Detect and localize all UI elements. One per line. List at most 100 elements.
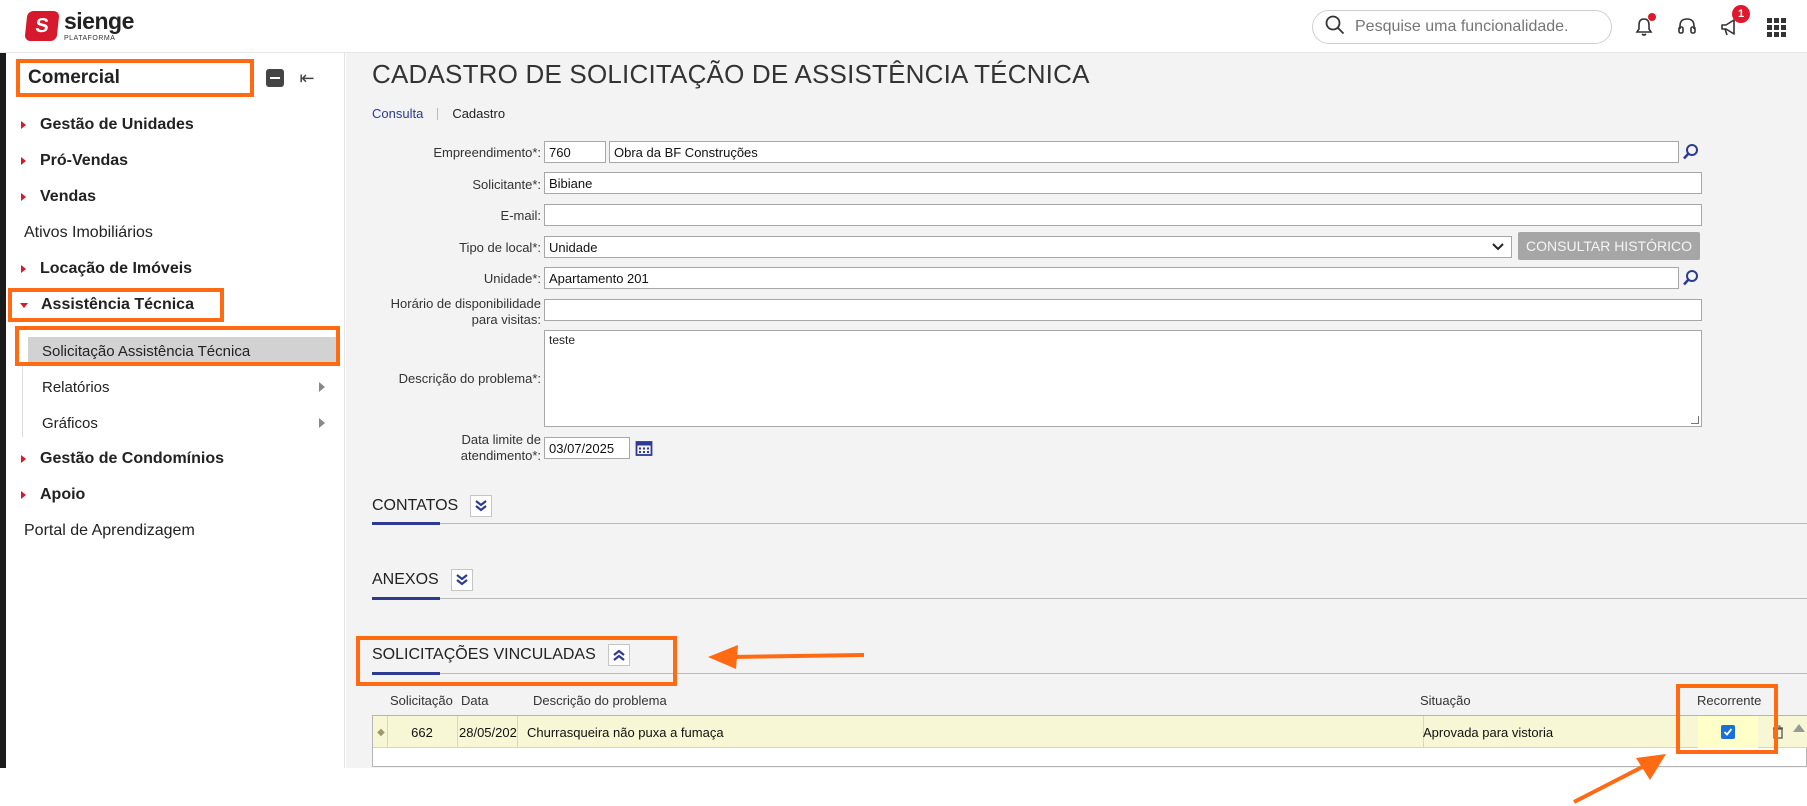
- column-header-situacao[interactable]: Situação: [1420, 693, 1471, 708]
- sidebar-item-label: Pró-Vendas: [40, 152, 129, 169]
- email-field[interactable]: [544, 204, 1702, 226]
- sidebar-item-assistencia-tecnica[interactable]: Assistência Técnica: [6, 289, 345, 321]
- section-anexos[interactable]: ANEXOS: [372, 565, 473, 595]
- sidebar-item-label: Solicitação Assistência Técnica: [42, 342, 251, 360]
- pointer-arrow-left: [706, 642, 866, 675]
- sidebar-item-locacao-imoveis[interactable]: Locação de Imóveis: [6, 253, 345, 285]
- sidebar-item-pro-vendas[interactable]: Pró-Vendas: [6, 145, 345, 177]
- search-unidade-icon[interactable]: [1680, 267, 1702, 289]
- recorrente-checkbox[interactable]: [1721, 725, 1735, 739]
- empreendimento-code-field[interactable]: 760: [544, 141, 606, 163]
- notification-dot: [1648, 13, 1656, 21]
- brand-name: sienge: [64, 8, 134, 34]
- logo-mark-icon: S: [24, 11, 60, 41]
- chevron-right-icon: [319, 418, 325, 428]
- search-box[interactable]: [1312, 10, 1612, 44]
- expand-chevron-icon[interactable]: [450, 569, 473, 591]
- search-empreendimento-icon[interactable]: [1680, 141, 1702, 163]
- breadcrumb: Consulta Cadastro: [372, 106, 505, 121]
- section-underline: [372, 597, 440, 600]
- tipo-local-select[interactable]: Unidade: [544, 236, 1512, 258]
- descricao-textarea[interactable]: teste: [544, 330, 1702, 427]
- empreendimento-label: Empreendimento*:: [433, 145, 541, 160]
- cell-recorrente: [1698, 716, 1758, 748]
- sidebar-item-graficos[interactable]: Gráficos: [6, 407, 345, 439]
- tipo-local-value: Unidade: [549, 239, 598, 255]
- sidebar-item-solicitacao-assistencia[interactable]: Solicitação Assistência Técnica: [6, 335, 345, 367]
- data-limite-label: Data limite de atendimento*:: [346, 432, 541, 464]
- row-drag-handle-icon[interactable]: ◆: [375, 716, 387, 748]
- sidebar-item-gestao-condominios[interactable]: Gestão de Condomínios: [6, 443, 345, 475]
- collapse-chevron-icon[interactable]: [607, 644, 630, 666]
- sidebar: Comercial ⇤ Gestão de Unidades Pró-Venda…: [6, 53, 345, 768]
- resize-grip-icon[interactable]: [1691, 416, 1699, 424]
- data-limite-label-line1: Data limite de: [461, 432, 541, 447]
- sidebar-item-label: Gestão de Condomínios: [40, 450, 225, 467]
- page-title: CADASTRO DE SOLICITAÇÃO DE ASSISTÊNCIA T…: [372, 59, 1090, 89]
- cell-solicitacao: 662: [411, 724, 433, 740]
- minimize-menu-icon[interactable]: [266, 69, 284, 87]
- sidebar-item-ativos-imobiliarios[interactable]: Ativos Imobiliários: [6, 217, 345, 249]
- table-row[interactable]: ◆ 662 28/05/202 Churrasqueira não puxa a…: [373, 716, 1807, 748]
- sidebar-item-label: Apoio: [40, 486, 86, 503]
- collapse-sidebar-icon[interactable]: ⇤: [298, 68, 316, 88]
- sidebar-item-label: Assistência Técnica: [41, 296, 194, 313]
- unidade-label: Unidade*:: [483, 271, 541, 286]
- sidebar-item-vendas[interactable]: Vendas: [6, 181, 345, 213]
- chevron-right-icon: [319, 382, 325, 392]
- caret-right-icon: [21, 157, 26, 165]
- sidebar-item-label: Portal de Aprendizagem: [24, 522, 195, 539]
- search-input[interactable]: [1355, 18, 1585, 36]
- module-title[interactable]: Comercial: [16, 59, 254, 97]
- sidebar-item-relatorios[interactable]: Relatórios: [6, 371, 345, 403]
- section-solicitacoes-vinculadas[interactable]: SOLICITAÇÕES VINCULADAS: [372, 640, 630, 670]
- column-header-solicitacao[interactable]: Solicitação: [390, 693, 453, 708]
- caret-right-icon: [21, 455, 26, 463]
- section-anexos-title: ANEXOS: [372, 571, 439, 588]
- sidebar-item-label: Gestão de Unidades: [40, 116, 194, 133]
- top-bar: S sienge PLATAFORMA 1: [0, 0, 1807, 53]
- sidebar-item-gestao-unidades[interactable]: Gestão de Unidades: [6, 109, 345, 141]
- section-contatos-title: CONTATOS: [372, 497, 459, 514]
- trash-icon[interactable]: [1768, 716, 1788, 748]
- expand-chevron-icon[interactable]: [470, 495, 493, 517]
- sidebar-item-label: Vendas: [40, 188, 97, 205]
- horario-label: Horário de disponibilidade para visitas:: [346, 296, 541, 328]
- horario-label-line2: para visitas:: [471, 312, 541, 327]
- pointer-arrow-diagonal: [1570, 752, 1670, 806]
- scroll-up-icon[interactable]: [1790, 712, 1807, 744]
- column-header-data[interactable]: Data: [461, 693, 488, 708]
- sienge-logo[interactable]: S sienge PLATAFORMA: [24, 8, 134, 42]
- support-headset-icon[interactable]: [1673, 13, 1701, 41]
- caret-right-icon: [21, 265, 26, 273]
- solicitante-field[interactable]: Bibiane: [544, 172, 1702, 194]
- column-header-descricao[interactable]: Descrição do problema: [533, 693, 667, 708]
- section-contatos[interactable]: CONTATOS: [372, 491, 493, 521]
- descricao-value: teste: [549, 333, 576, 347]
- notifications-bell-icon[interactable]: [1630, 13, 1658, 41]
- column-header-recorrente[interactable]: Recorrente: [1697, 693, 1761, 708]
- sidebar-item-apoio[interactable]: Apoio: [6, 479, 345, 511]
- announcements-megaphone-icon[interactable]: 1: [1716, 5, 1750, 41]
- section-divider: [372, 523, 1807, 524]
- calendar-icon[interactable]: [633, 437, 655, 459]
- horario-field[interactable]: [544, 299, 1702, 321]
- breadcrumb-consulta-link[interactable]: Consulta: [372, 106, 423, 121]
- solicitante-label: Solicitante*:: [472, 177, 541, 192]
- section-divider: [372, 673, 1807, 674]
- unidade-field[interactable]: Apartamento 201: [544, 267, 1679, 289]
- section-underline: [372, 522, 440, 525]
- brand-subtitle: PLATAFORMA: [64, 35, 116, 42]
- announcements-badge: 1: [1732, 5, 1750, 23]
- data-limite-field[interactable]: 03/07/2025: [544, 437, 630, 459]
- caret-right-icon: [21, 491, 26, 499]
- sidebar-item-label: Locação de Imóveis: [40, 260, 193, 277]
- caret-down-icon: [20, 302, 28, 308]
- consultar-historico-button[interactable]: CONSULTAR HISTÓRICO: [1518, 232, 1700, 260]
- horario-label-line1: Horário de disponibilidade: [390, 296, 541, 311]
- apps-grid-icon[interactable]: [1762, 13, 1790, 41]
- empreendimento-name-field[interactable]: Obra da BF Construções: [609, 141, 1679, 163]
- sidebar-item-portal-aprendizagem[interactable]: Portal de Aprendizagem: [6, 515, 345, 547]
- breadcrumb-cadastro: Cadastro: [452, 106, 506, 121]
- main-content: CADASTRO DE SOLICITAÇÃO DE ASSISTÊNCIA T…: [346, 53, 1807, 768]
